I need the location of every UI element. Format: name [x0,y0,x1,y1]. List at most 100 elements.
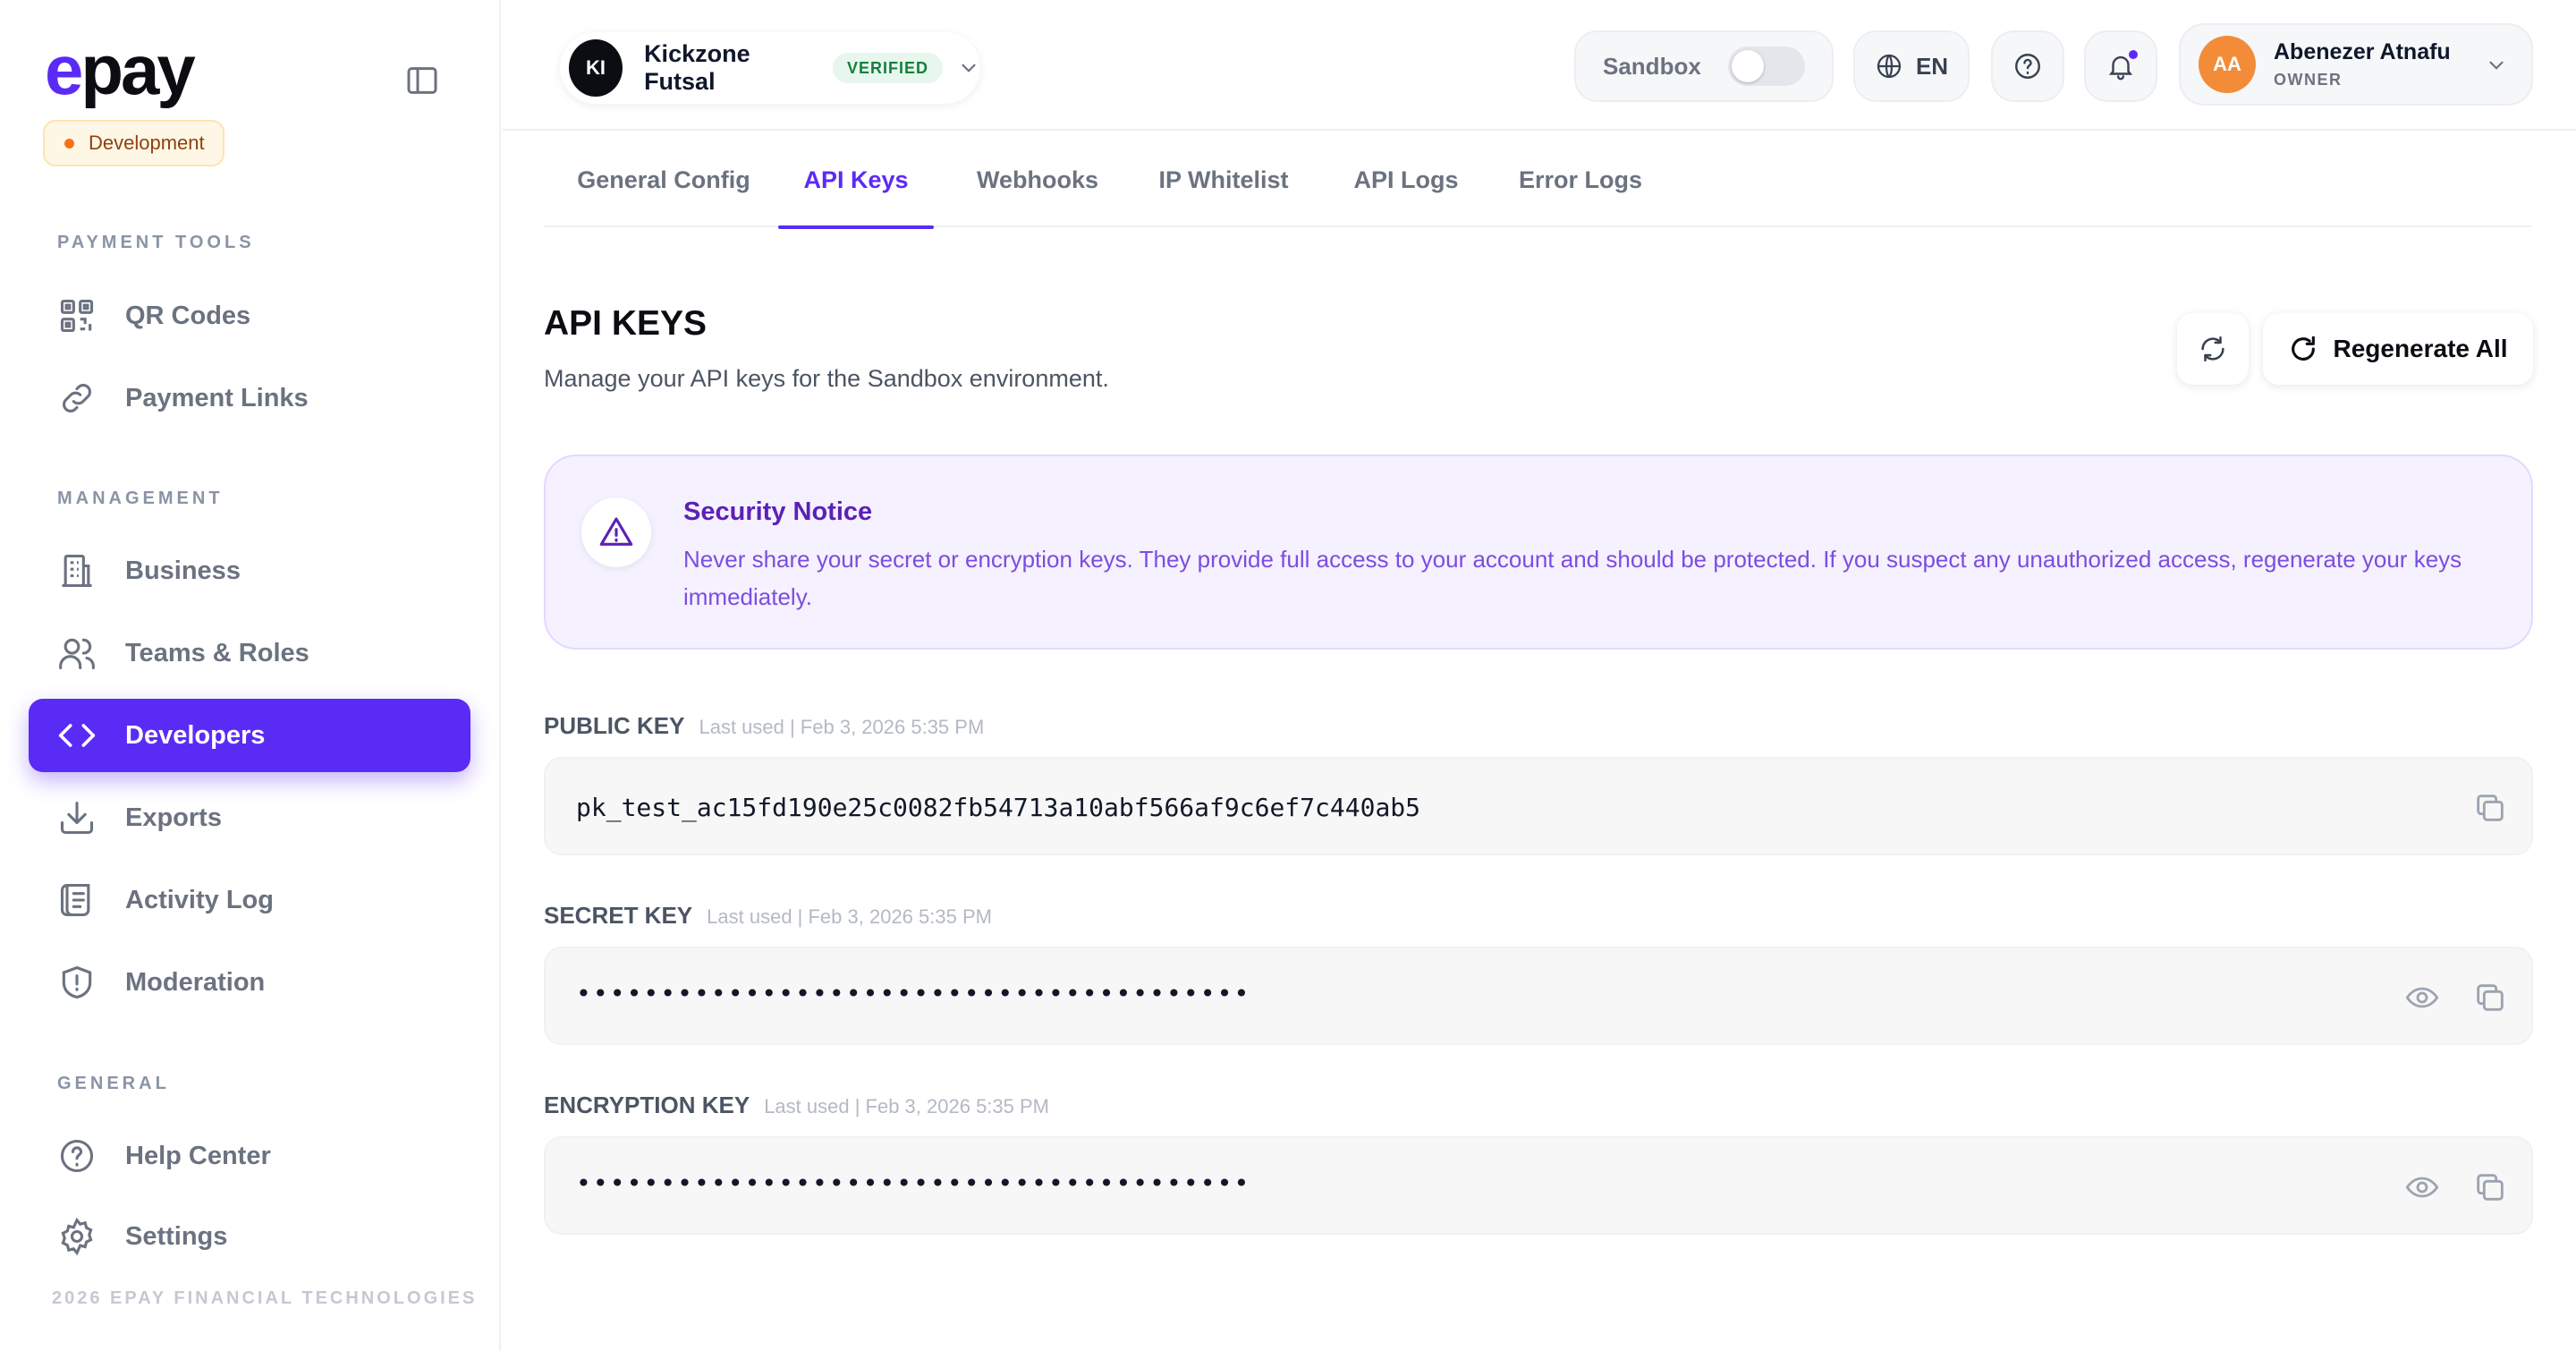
chevron-down-icon [957,56,980,80]
key-last-used: Last used | Feb 3, 2026 5:35 PM [764,1095,1049,1117]
eye-icon[interactable] [2404,1169,2440,1205]
sandbox-label: Sandbox [1603,52,1701,80]
sidebar-item-label: Payment Links [125,383,309,412]
chevron-down-icon [2485,54,2508,77]
epay-logo[interactable]: e pay [45,30,196,109]
verified-badge: VERIFIED [832,53,943,83]
page-description: Manage your API keys for the Sandbox env… [544,365,1109,392]
sidebar-item-payment-links[interactable]: Payment Links [29,361,470,435]
copyright-text: 2026 EPAY FINANCIAL TECHNOLOGIES [52,1288,478,1308]
top-header: KI Kickzone Futsal VERIFIED Sandbox EN A… [503,0,2576,131]
notice-title: Security Notice [683,497,873,526]
environment-dot [64,138,74,149]
sidebar-item-label: Activity Log [125,885,274,914]
rotate-icon [2288,334,2318,364]
users-icon [57,633,97,673]
sidebar: e pay Development PAYMENT TOOLS QR Codes … [0,0,501,1351]
sidebar-item-activity-log[interactable]: Activity Log [29,863,470,937]
sandbox-toggle-pill: Sandbox [1574,30,1834,102]
globe-icon [1875,52,1903,81]
regenerate-all-button[interactable]: Regenerate All [2263,313,2533,385]
sidebar-item-moderation[interactable]: Moderation [29,946,470,1019]
download-icon [57,798,97,837]
public-key-field: pk_test_ac15fd190e25c0082fb54713a10abf56… [544,757,2533,855]
tab-api-keys[interactable]: API Keys [778,132,934,229]
section-title-management: MANAGEMENT [57,489,224,508]
business-name: Kickzone Futsal [644,40,750,95]
sidebar-item-qr-codes[interactable]: QR Codes [29,279,470,353]
shield-icon [57,963,97,1002]
public-key-header: PUBLIC KEY Last used | Feb 3, 2026 5:35 … [544,712,984,740]
refresh-icon [2198,334,2228,364]
link-icon [57,378,97,418]
tab-general-config[interactable]: General Config [571,132,757,227]
business-avatar: KI [569,39,623,97]
key-label: ENCRYPTION KEY [544,1092,750,1118]
key-last-used: Last used | Feb 3, 2026 5:35 PM [699,716,985,738]
sidebar-item-label: QR Codes [125,301,251,330]
sidebar-item-label: Help Center [125,1141,271,1170]
notice-text: Never share your secret or encryption ke… [683,546,2462,610]
secret-key-header: SECRET KEY Last used | Feb 3, 2026 5:35 … [544,902,992,930]
sidebar-item-label: Developers [125,720,266,750]
eye-icon[interactable] [2404,980,2440,1015]
sidebar-item-help-center[interactable]: Help Center [29,1119,470,1193]
developer-tabs: General Config API Keys Webhooks IP Whit… [544,132,2531,229]
environment-label: Development [89,132,205,154]
user-role: OWNER [2274,71,2343,89]
section-title-payment-tools: PAYMENT TOOLS [57,233,255,252]
qr-code-icon [57,296,97,336]
sidebar-item-label: Business [125,556,241,585]
encryption-key-header: ENCRYPTION KEY Last used | Feb 3, 2026 5… [544,1092,1049,1119]
secret-key-masked: •••••••••••••••••••••••••••••••••••••••• [576,979,1251,1008]
language-label: EN [1915,52,1949,80]
gear-icon [57,1217,97,1256]
security-notice: Security Notice Never share your secret … [544,455,2533,650]
tab-api-logs[interactable]: API Logs [1340,132,1472,227]
business-switcher[interactable]: KI Kickzone Futsal VERIFIED [560,32,980,104]
notice-icon-wrap [581,497,651,567]
copy-icon[interactable] [2472,1169,2508,1205]
encryption-key-field: •••••••••••••••••••••••••••••••••••••••• [544,1136,2533,1235]
section-title-general: GENERAL [57,1074,170,1093]
sidebar-item-business[interactable]: Business [29,534,470,608]
notification-dot [2129,50,2138,59]
sandbox-toggle[interactable] [1728,47,1805,86]
secret-key-field: •••••••••••••••••••••••••••••••••••••••• [544,947,2533,1045]
tab-ip-whitelist[interactable]: IP Whitelist [1140,132,1308,227]
regenerate-all-label: Regenerate All [2333,335,2508,362]
sidebar-item-label: Settings [125,1221,228,1251]
sidebar-item-label: Moderation [125,967,266,997]
user-name: Abenezer Atnafu [2274,39,2451,64]
sidebar-item-settings[interactable]: Settings [29,1201,470,1272]
code-icon [57,716,97,755]
building-icon [57,551,97,591]
sidebar-toggle-icon[interactable] [404,63,440,98]
warning-triangle-icon [598,514,634,550]
notifications-button[interactable] [2084,30,2157,102]
avatar: AA [2199,36,2256,93]
tab-error-logs[interactable]: Error Logs [1506,132,1655,227]
key-label: PUBLIC KEY [544,712,685,739]
sidebar-item-developers[interactable]: Developers [29,699,470,772]
sidebar-item-label: Exports [125,803,222,832]
user-menu[interactable]: AA Abenezer Atnafu OWNER [2179,23,2533,106]
language-selector[interactable]: EN [1853,30,1970,102]
copy-icon[interactable] [2472,980,2508,1015]
copy-icon[interactable] [2472,790,2508,826]
toggle-knob [1732,50,1764,82]
tab-webhooks[interactable]: Webhooks [968,132,1107,227]
sidebar-item-exports[interactable]: Exports [29,781,470,854]
help-circle-icon [57,1136,97,1176]
key-label: SECRET KEY [544,902,693,929]
public-key-value: pk_test_ac15fd190e25c0082fb54713a10abf56… [576,793,1421,822]
help-button[interactable] [1991,30,2064,102]
encryption-key-masked: •••••••••••••••••••••••••••••••••••••••• [576,1168,1251,1198]
refresh-button[interactable] [2177,313,2249,385]
scroll-icon [57,880,97,920]
key-last-used: Last used | Feb 3, 2026 5:35 PM [707,905,992,928]
sidebar-item-teams-roles[interactable]: Teams & Roles [29,616,470,690]
page-title: API KEYS [544,304,708,343]
sidebar-item-label: Teams & Roles [125,638,309,667]
logo-text: pay [80,30,195,109]
